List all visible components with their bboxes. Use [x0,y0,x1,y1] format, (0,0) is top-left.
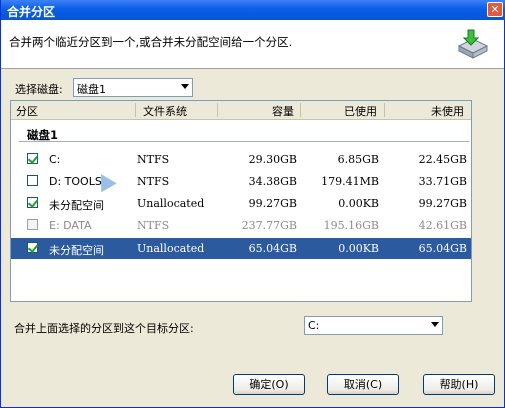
partition-checkbox[interactable] [27,197,38,208]
column-partition[interactable]: 分区 [16,103,38,119]
partition-name: 未分配空间 [49,199,104,212]
window-title: 合并分区 [7,5,56,19]
column-filesystem[interactable]: 文件系统 [143,103,187,119]
partition-list[interactable]: 分区 文件系统 容量 已使用 未使用 磁盘1 C: NTFS 29.30GB 6… [10,100,472,302]
partition-row[interactable]: 未分配空间 Unallocated 99.27GB 0.00KB 99.27GB [11,193,471,214]
partition-unused: 99.27GB [418,197,467,210]
partition-unused: 33.71GB [418,175,467,188]
partition-filesystem: NTFS [137,175,170,188]
group-divider [19,141,469,142]
partition-unused: 65.04GB [418,242,467,255]
partition-name: E: DATA [49,219,92,232]
partition-capacity: 99.27GB [248,197,297,210]
partition-checkbox[interactable] [27,242,38,253]
partition-row[interactable]: C: NTFS 29.30GB 6.85GB 22.45GB [11,149,471,170]
column-separator[interactable] [135,103,136,117]
disk-select[interactable]: 磁盘1 [73,78,193,97]
column-separator[interactable] [217,103,218,117]
header-description: 合并两个临近分区到一个,或合并未分配空间给一个分区. [9,35,293,49]
help-button[interactable]: 帮助(H) [423,374,495,395]
dialog-header: 合并两个临近分区到一个,或合并未分配空间给一个分区. [1,20,504,69]
merge-disk-icon [457,29,489,59]
column-used[interactable]: 已使用 [344,103,377,119]
partition-filesystem: Unallocated [137,242,205,255]
partition-filesystem: Unallocated [137,197,205,210]
partition-capacity: 65.04GB [248,242,297,255]
partition-row[interactable]: E: DATA NTFS 237.77GB 195.16GB 42.61GB [11,215,471,236]
close-button[interactable]: ✕ [487,2,503,17]
partition-unused: 22.45GB [418,153,467,166]
merge-partition-dialog: 合并分区 ✕ 合并两个临近分区到一个,或合并未分配空间给一个分区. 选择磁盘: … [0,0,505,408]
chevron-down-icon [181,84,189,89]
disk-select-value: 磁盘1 [77,83,106,96]
target-partition-value: C: [308,319,320,332]
partition-filesystem: NTFS [137,219,170,232]
partition-used: 0.00KB [338,242,379,255]
target-partition-select[interactable]: C: [304,316,443,335]
partition-checkbox[interactable] [27,153,38,164]
partition-used: 195.16GB [323,219,379,232]
partition-capacity: 34.38GB [248,175,297,188]
partition-row[interactable]: D: TOOLS NTFS 34.38GB 179.41MB 33.71GB [11,171,471,192]
column-capacity[interactable]: 容量 [272,103,294,119]
list-header: 分区 文件系统 容量 已使用 未使用 [11,101,471,120]
partition-used: 179.41MB [321,175,379,188]
partition-used: 0.00KB [338,197,379,210]
target-partition-label: 合并上面选择的分区到这个目标分区: [14,322,194,335]
cancel-button[interactable]: 取消(C) [327,374,399,395]
partition-checkbox[interactable] [27,175,38,186]
column-unused[interactable]: 未使用 [431,103,464,119]
partition-capacity: 29.30GB [248,153,297,166]
partition-filesystem: NTFS [137,153,170,166]
partition-capacity: 237.77GB [241,219,297,232]
partition-checkbox[interactable] [27,219,38,230]
column-separator[interactable] [300,103,301,117]
ok-button[interactable]: 确定(O) [233,374,305,395]
partition-used: 6.85GB [337,153,379,166]
column-separator[interactable] [384,103,385,117]
chevron-down-icon [431,322,439,327]
disk-select-label: 选择磁盘: [15,83,63,96]
title-bar: 合并分区 ✕ [1,0,505,20]
partition-unused: 42.61GB [418,219,467,232]
partition-row[interactable]: 未分配空间 Unallocated 65.04GB 0.00KB 65.04GB [11,238,471,259]
partition-name: C: [49,153,61,166]
partition-name: 未分配空间 [49,244,104,257]
